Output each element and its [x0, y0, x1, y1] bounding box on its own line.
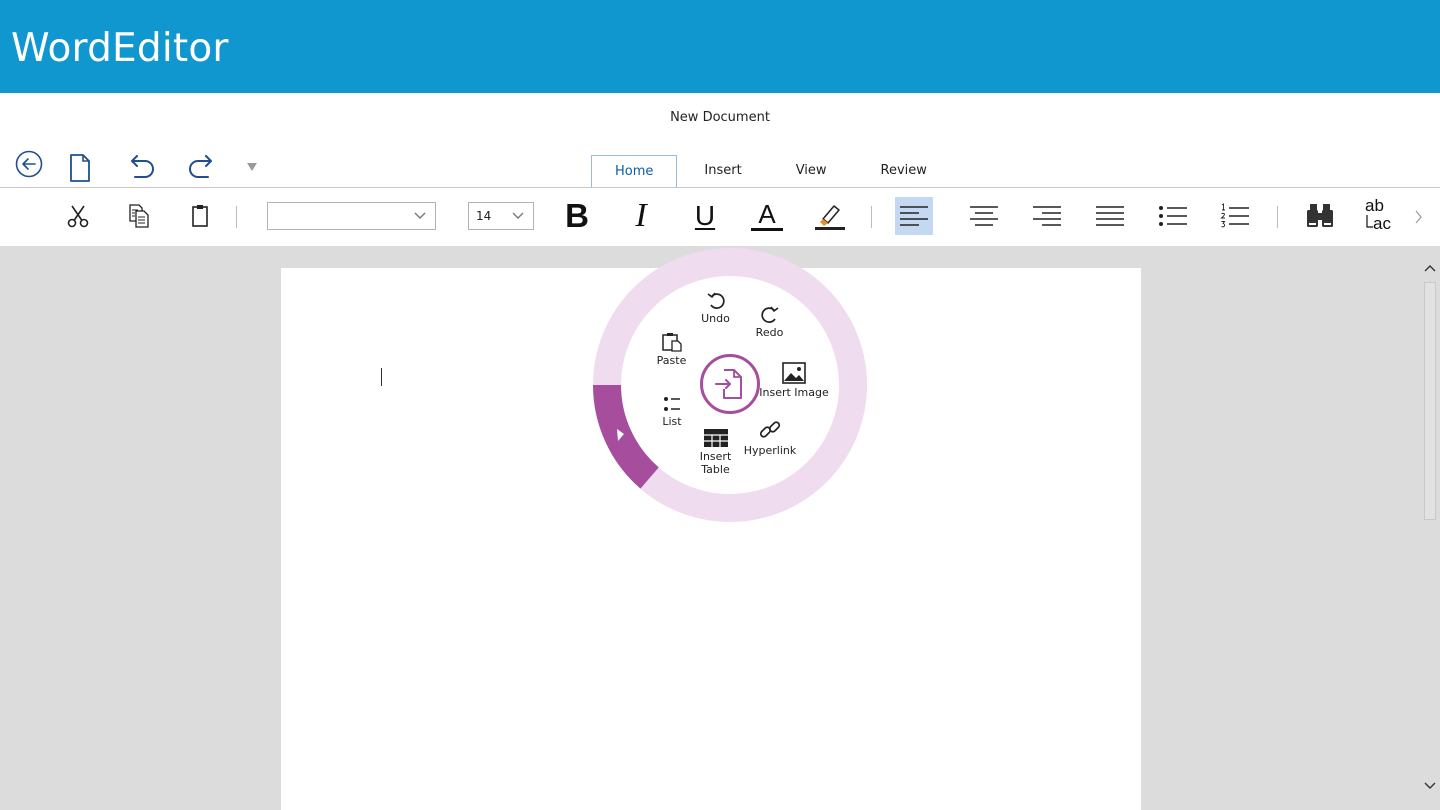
- radial-insert-table-label-1: Insert: [699, 450, 732, 463]
- back-button[interactable]: [9, 144, 49, 184]
- tab-view[interactable]: View: [769, 155, 854, 187]
- scroll-up-button[interactable]: [1422, 260, 1438, 276]
- paste-button[interactable]: [180, 196, 220, 236]
- ribbon-separator: [236, 206, 237, 228]
- replace-glyph: ab ac: [1362, 196, 1402, 234]
- tab-review[interactable]: Review: [854, 155, 954, 187]
- radial-paste-item[interactable]: Paste: [649, 332, 694, 367]
- tab-home[interactable]: Home: [591, 155, 678, 189]
- font-color-button[interactable]: A: [747, 196, 787, 236]
- underline-button[interactable]: U: [685, 196, 725, 236]
- redo-icon: [760, 306, 779, 323]
- binoculars-icon: [1307, 204, 1333, 227]
- radial-paste-label: Paste: [656, 354, 687, 367]
- list-icon: [664, 397, 680, 411]
- ribbon-separator: [1277, 206, 1278, 228]
- image-icon: [782, 362, 806, 384]
- chevron-down-icon: [414, 212, 426, 219]
- copy-icon: [129, 204, 149, 228]
- radial-hyperlink-label: Hyperlink: [743, 444, 797, 457]
- scroll-thumb[interactable]: [1424, 282, 1436, 520]
- cut-button[interactable]: [58, 196, 98, 236]
- undo-icon: [131, 155, 154, 178]
- tab-insert[interactable]: Insert: [677, 155, 768, 187]
- bold-label: B: [565, 197, 589, 234]
- replace-from-text: ab: [1365, 196, 1384, 215]
- new-document-button[interactable]: [60, 148, 100, 188]
- chevron-right-icon: [1415, 210, 1422, 224]
- align-left-button[interactable]: [895, 197, 933, 235]
- chevron-up-icon: [1424, 265, 1436, 272]
- qat-redo-button[interactable]: [182, 148, 222, 188]
- text-caret: [381, 368, 382, 386]
- chevron-down-icon: [512, 212, 524, 219]
- chevron-down-icon: [1424, 782, 1436, 789]
- font-color-glyph: A: [751, 201, 783, 231]
- qat-undo-button[interactable]: [121, 148, 161, 188]
- undo-icon: [706, 292, 725, 309]
- radial-undo-label: Undo: [701, 312, 730, 325]
- document-title: New Document: [670, 110, 770, 125]
- new-document-icon: [70, 154, 90, 182]
- ribbon-separator: [871, 206, 872, 228]
- font-family-combo[interactable]: [267, 202, 436, 230]
- vertical-scrollbar[interactable]: [1422, 260, 1438, 800]
- radial-menu-center-button[interactable]: [699, 353, 761, 415]
- dropdown-triangle-icon: [247, 163, 257, 171]
- replace-button[interactable]: ab ac: [1361, 196, 1403, 236]
- italic-label: I: [635, 197, 647, 234]
- ribbon-scroll-right-button[interactable]: [1410, 206, 1426, 228]
- radial-redo-label: Redo: [755, 326, 784, 339]
- bullet-list-icon: [1159, 206, 1187, 226]
- radial-insert-image-item[interactable]: Insert Image: [758, 362, 830, 399]
- customize-qat-button[interactable]: [232, 147, 272, 187]
- italic-button[interactable]: I: [621, 196, 661, 236]
- find-button[interactable]: [1300, 196, 1340, 236]
- scroll-down-button[interactable]: [1422, 778, 1438, 794]
- replace-to-text: ac: [1373, 214, 1391, 233]
- align-center-button[interactable]: [964, 196, 1004, 236]
- radial-list-label: List: [662, 415, 682, 428]
- align-right-button[interactable]: [1027, 196, 1067, 236]
- highlighter-icon: [815, 205, 845, 230]
- bullets-button[interactable]: [1153, 196, 1193, 236]
- scissors-icon: [67, 205, 89, 228]
- radial-insert-table-item[interactable]: Insert Table: [693, 428, 738, 476]
- align-left-icon: [900, 206, 928, 226]
- font-size-value: 14: [476, 209, 492, 223]
- clipboard-icon: [192, 205, 208, 227]
- bold-button[interactable]: B: [557, 196, 597, 236]
- font-size-combo[interactable]: 14: [468, 202, 534, 230]
- radial-list-item[interactable]: List: [651, 395, 693, 428]
- align-center-icon: [970, 206, 998, 226]
- app-title-bar: WordEditor: [0, 0, 1440, 93]
- numbering-button[interactable]: [1215, 196, 1255, 236]
- table-icon: [703, 429, 728, 447]
- numbered-list-icon: [1220, 203, 1249, 228]
- link-icon: [759, 421, 781, 438]
- paste-icon: [661, 333, 682, 352]
- radial-undo-item[interactable]: Undo: [693, 292, 738, 325]
- highlight-button[interactable]: [809, 196, 849, 236]
- underline-label: U: [694, 200, 716, 231]
- font-color-bar: [751, 228, 783, 231]
- radial-insert-table-label-2: Table: [701, 463, 730, 476]
- font-color-label: A: [758, 199, 776, 229]
- radial-hyperlink-item[interactable]: Hyperlink: [741, 418, 799, 457]
- ribbon-tabs: Home Insert View Review: [591, 155, 954, 189]
- radial-redo-item[interactable]: Redo: [747, 306, 792, 339]
- align-right-icon: [1033, 206, 1061, 226]
- insert-document-icon: [700, 354, 760, 414]
- copy-button[interactable]: [119, 196, 159, 236]
- justify-button[interactable]: [1090, 196, 1130, 236]
- back-arrow-icon: [15, 150, 43, 178]
- app-title: WordEditor: [11, 26, 229, 71]
- radial-insert-image-label: Insert Image: [759, 386, 829, 399]
- redo-icon: [189, 155, 212, 178]
- justify-icon: [1096, 206, 1124, 226]
